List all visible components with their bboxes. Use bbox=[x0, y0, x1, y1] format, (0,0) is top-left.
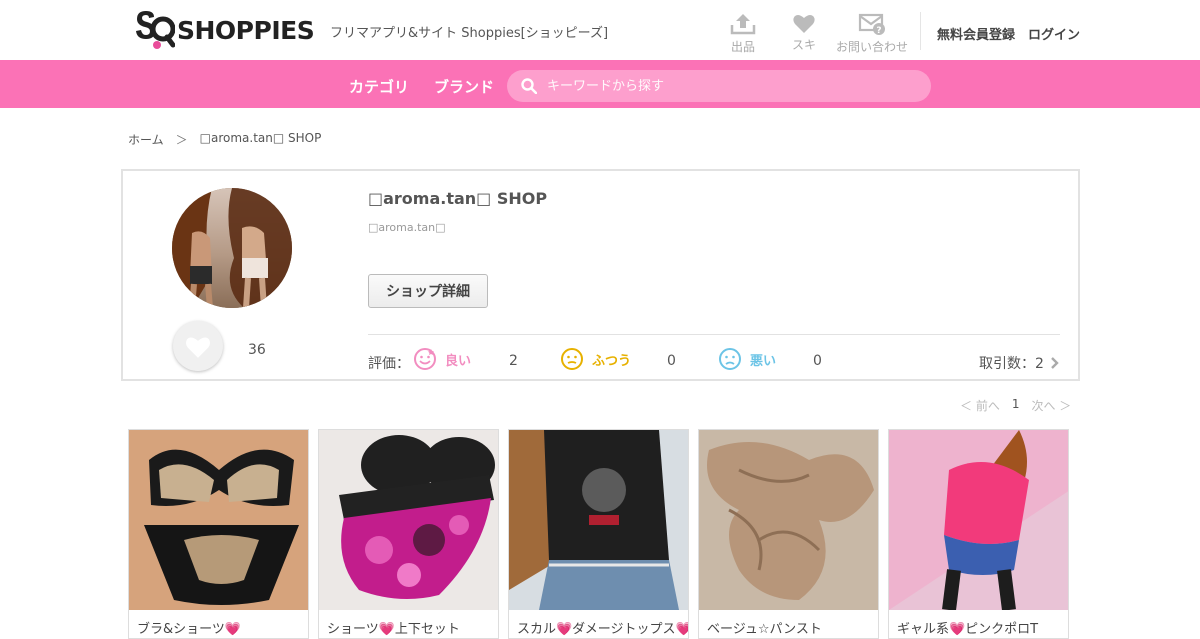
rating-label: 評価： bbox=[368, 356, 410, 372]
category-link[interactable]: カテゴリ bbox=[349, 76, 409, 97]
mail-question-icon: ? bbox=[858, 13, 885, 36]
breadcrumb-current: □aroma.tan□ SHOP bbox=[199, 131, 322, 145]
chevron-right-icon bbox=[1051, 357, 1059, 369]
item-title: ベージュ☆パンスト bbox=[707, 622, 822, 637]
like-label: スキ bbox=[792, 38, 817, 52]
avatar-image bbox=[172, 188, 292, 308]
site-tagline: フリマアプリ&サイト Shoppies[ショッピーズ] bbox=[330, 26, 609, 41]
heart-icon bbox=[185, 336, 211, 358]
item-card[interactable]: ベージュ☆パンスト bbox=[698, 429, 879, 639]
sell-label: 出品 bbox=[730, 40, 755, 54]
search-box[interactable] bbox=[507, 70, 931, 102]
contact-nav-button[interactable]: ? お問い合わせ bbox=[836, 12, 908, 55]
category-nav-bar: カテゴリ ブランド bbox=[0, 60, 1200, 108]
sell-nav-button[interactable]: 出品 bbox=[730, 12, 756, 55]
contact-label: お問い合わせ bbox=[836, 40, 909, 54]
pagination-next[interactable]: 次へ ＞ bbox=[1031, 397, 1071, 414]
item-thumbnail bbox=[889, 430, 1068, 610]
rating-bad[interactable]: 悪い bbox=[718, 347, 776, 371]
shop-name: □aroma.tan□ SHOP bbox=[368, 189, 548, 208]
item-title: ショーツ💗上下セット bbox=[327, 622, 460, 637]
shop-detail-button[interactable]: ショップ詳細 bbox=[368, 274, 488, 308]
item-title: ブラ&ショーツ💗 bbox=[137, 622, 242, 637]
like-nav-button[interactable]: スキ bbox=[792, 12, 816, 53]
item-title: ギャル系💗ピンクポロT bbox=[897, 622, 1039, 637]
rating-bad-label: 悪い bbox=[750, 353, 777, 369]
breadcrumb: ホーム ＞ □aroma.tan□ SHOP bbox=[128, 131, 321, 148]
rating-normal-label: ふつう bbox=[592, 353, 632, 369]
item-card[interactable]: ショーツ💗上下セット bbox=[318, 429, 499, 639]
rating-bad-count: 0 bbox=[813, 353, 822, 369]
logo-text: SHOPPIES bbox=[177, 15, 315, 45]
logo-mark-icon bbox=[136, 11, 175, 49]
header-divider bbox=[920, 12, 921, 50]
shop-profile-card: 36 □aroma.tan□ SHOP □aroma.tan□ ショップ詳細 評… bbox=[121, 169, 1080, 381]
breadcrumb-separator: ＞ bbox=[175, 133, 188, 147]
upload-icon bbox=[730, 14, 756, 35]
favorite-shop-button[interactable] bbox=[173, 321, 223, 371]
trade-count: 取引数：2 bbox=[979, 356, 1044, 372]
pagination-current[interactable]: 1 bbox=[1012, 397, 1020, 414]
item-thumbnail bbox=[699, 430, 878, 610]
item-title: スカル💗ダメージトップス💗 bbox=[517, 622, 688, 637]
item-card[interactable]: スカル💗ダメージトップス💗 bbox=[508, 429, 689, 639]
shop-avatar[interactable] bbox=[172, 188, 292, 308]
pagination-prev[interactable]: ＜ 前へ bbox=[960, 397, 1000, 414]
top-header: SHOPPIES フリマアプリ&サイト Shoppies[ショッピーズ] 出品 … bbox=[0, 0, 1200, 60]
shoppies-logo[interactable]: SHOPPIES bbox=[133, 9, 315, 51]
svg-text:?: ? bbox=[876, 26, 881, 36]
rating-normal[interactable]: ふつう bbox=[560, 347, 631, 371]
login-link[interactable]: ログイン bbox=[1028, 24, 1080, 43]
card-divider bbox=[368, 334, 1060, 335]
search-input[interactable] bbox=[547, 78, 907, 94]
rating-good-label: 良い bbox=[445, 353, 472, 369]
search-icon bbox=[521, 78, 537, 94]
rating-normal-count: 0 bbox=[667, 353, 676, 369]
register-link[interactable]: 無料会員登録 bbox=[937, 24, 1015, 43]
heart-icon bbox=[793, 15, 815, 34]
item-thumbnail bbox=[509, 430, 688, 610]
shop-username[interactable]: □aroma.tan□ bbox=[368, 221, 446, 234]
brand-link[interactable]: ブランド bbox=[434, 76, 494, 97]
rating-good[interactable]: 良い bbox=[413, 347, 471, 371]
item-card[interactable]: ブラ&ショーツ💗 bbox=[128, 429, 309, 639]
trade-count-link[interactable]: 取引数：2 bbox=[979, 353, 1059, 373]
pagination: ＜ 前へ 1 次へ ＞ bbox=[960, 397, 1071, 414]
favorite-count: 36 bbox=[248, 342, 266, 358]
happy-face-icon bbox=[414, 348, 436, 370]
item-thumbnail bbox=[129, 430, 308, 610]
item-thumbnail bbox=[319, 430, 498, 610]
neutral-face-icon bbox=[561, 348, 583, 370]
sad-face-icon bbox=[719, 348, 741, 370]
item-grid: ブラ&ショーツ💗 ショーツ💗上下セット スカル💗ダメージトップス💗 ベージュ☆パ… bbox=[128, 429, 1069, 639]
item-card[interactable]: ギャル系💗ピンクポロT bbox=[888, 429, 1069, 639]
rating-good-count: 2 bbox=[509, 353, 518, 369]
breadcrumb-home[interactable]: ホーム bbox=[128, 131, 164, 148]
